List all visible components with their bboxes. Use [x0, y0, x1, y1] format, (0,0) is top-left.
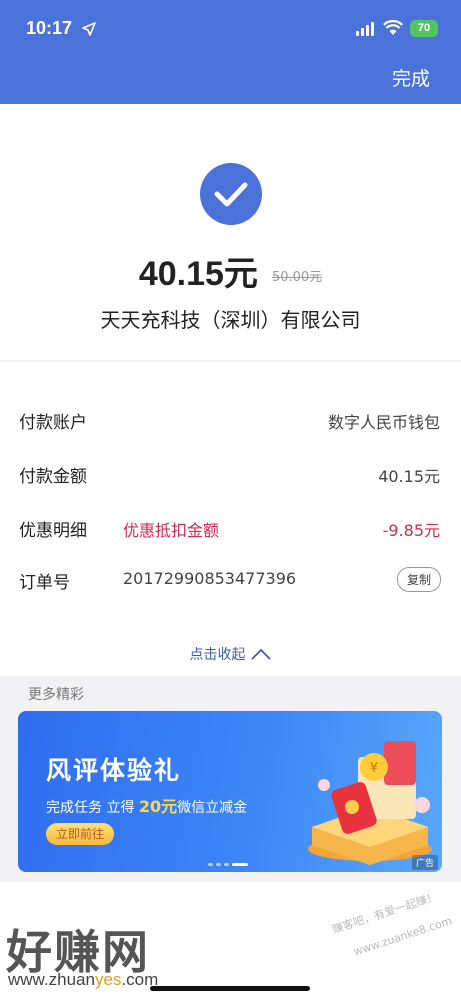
payment-result-card: 40.15元 50.00元 天天充科技（深圳）有限公司	[0, 104, 461, 360]
status-time: 10:17	[26, 18, 73, 38]
ad-tag: 广告	[411, 855, 438, 870]
detail-label: 优惠明细	[19, 521, 87, 541]
order-number: 20172990853477396	[123, 569, 297, 588]
wifi-icon	[383, 20, 403, 35]
go-now-button[interactable]: 立即前往	[46, 823, 114, 845]
collapse-toggle[interactable]: 点击收起	[0, 644, 461, 664]
cellular-signal-icon	[356, 22, 374, 36]
copy-button[interactable]: 复制	[396, 567, 441, 592]
detail-row-amount: 付款金额 40.15元	[0, 454, 461, 494]
detail-value: 数字人民币钱包	[327, 413, 440, 432]
detail-row-discount: 优惠明细 优惠抵扣金额 -9.85元	[0, 508, 461, 548]
more-section-title: 更多精彩	[28, 687, 84, 703]
svg-text:¥: ¥	[370, 761, 378, 776]
paid-amount: 40.15元	[138, 255, 258, 293]
original-amount: 50.00元	[271, 270, 323, 285]
discount-description: 优惠抵扣金额	[123, 521, 220, 540]
detail-label: 付款金额	[19, 467, 87, 487]
promo-banner[interactable]: 风评体验礼 完成任务 立得 20元微信立减金 立即前往 ¥ 广告	[18, 711, 442, 872]
merchant-name: 天天充科技（深圳）有限公司	[100, 308, 361, 332]
watermark-url: www.zhuanyes.com	[8, 970, 159, 989]
detail-row-account: 付款账户 数字人民币钱包	[0, 400, 461, 440]
done-button[interactable]: 完成	[392, 64, 430, 91]
battery-icon: 70	[410, 20, 438, 37]
detail-row-order: 订单号 20172990853477396 复制	[0, 560, 461, 600]
location-arrow-icon	[82, 22, 96, 36]
detail-value: 40.15元	[378, 467, 440, 486]
banner-subtitle: 完成任务 立得 20元微信立减金	[46, 797, 248, 816]
success-check-icon	[200, 163, 262, 225]
gift-box-illustration: ¥	[308, 741, 432, 865]
banner-title: 风评体验礼	[46, 756, 182, 785]
detail-label: 订单号	[19, 573, 70, 593]
chevron-up-icon	[250, 648, 271, 660]
discount-value: -9.85元	[382, 521, 440, 540]
header-bar: 10:17 70 完成	[0, 0, 461, 104]
watermark-footer: 好赚网 www.zhuanyes.com 赚客吧，有爱一起赚！ www.zuan…	[0, 882, 461, 1000]
detail-label: 付款账户	[19, 413, 87, 433]
amount-row: 40.15元 50.00元	[0, 246, 461, 295]
collapse-label: 点击收起	[189, 647, 246, 663]
carousel-indicator	[208, 863, 248, 866]
home-indicator[interactable]	[150, 986, 310, 991]
payment-details: 付款账户 数字人民币钱包 付款金额 40.15元 优惠明细 优惠抵扣金额 -9.…	[0, 362, 461, 676]
